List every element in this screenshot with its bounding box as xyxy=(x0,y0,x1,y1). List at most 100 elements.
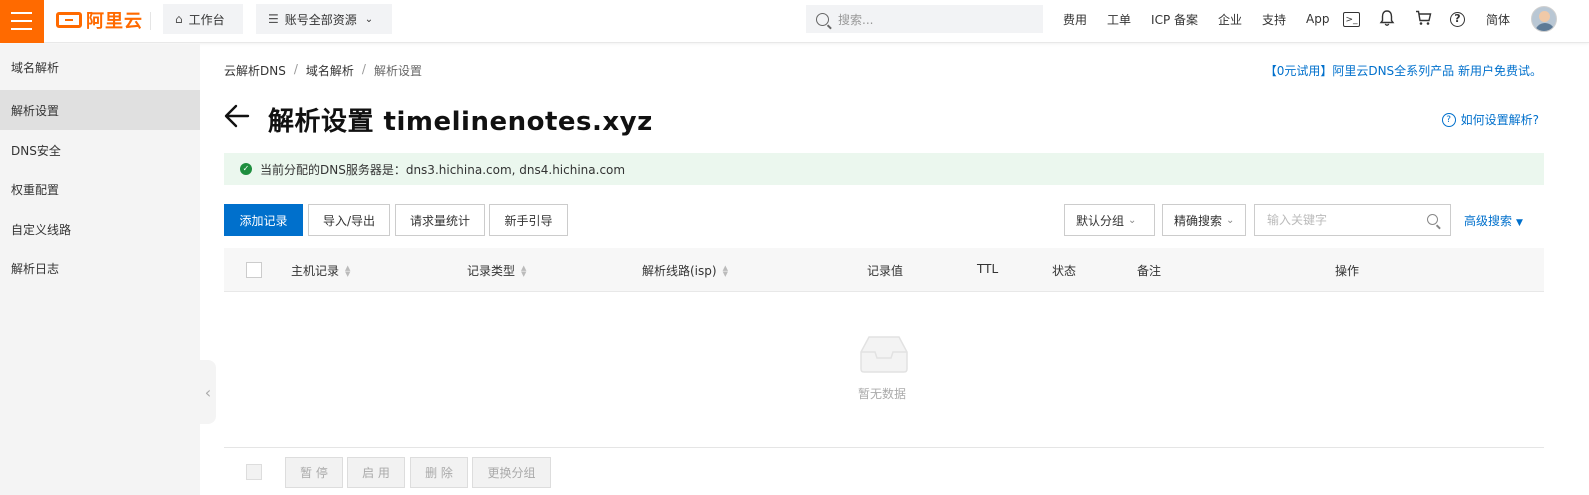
search-icon xyxy=(816,12,829,26)
sidebar-item-weight-config[interactable]: 权重配置 xyxy=(0,169,200,209)
sort-icon: ▲ ▼ xyxy=(345,263,351,278)
link-support[interactable]: 支持 xyxy=(1262,11,1286,28)
page-title: 解析设置 timelinenotes.xyz xyxy=(268,107,653,137)
search-icon[interactable] xyxy=(1427,214,1438,225)
advanced-search-label: 高级搜索 xyxy=(1464,214,1513,228)
records-table-header: 主机记录 ▲ ▼ 记录类型 ▲ ▼ 解析线路(isp) ▲ ▼ 记录值 TTL 状态 … xyxy=(224,248,1544,292)
select-all-checkbox[interactable] xyxy=(246,262,262,278)
column-label: 记录类型 xyxy=(467,264,516,278)
column-label: 状态 xyxy=(1052,264,1077,278)
top-icon-group: >_ ? xyxy=(1343,10,1483,28)
top-links: 费用 工单 ICP 备案 企业 支持 App xyxy=(1063,0,1350,38)
column-status: 状态 xyxy=(1052,262,1076,279)
sidebar: 域名解析 解析设置 DNS安全 权重配置 自定义线路 解析日志 xyxy=(0,44,200,495)
column-label: 备注 xyxy=(1137,264,1162,278)
empty-inbox-icon xyxy=(860,336,908,373)
menu-icon-line xyxy=(11,28,32,30)
delete-button[interactable]: 删 除 xyxy=(410,457,468,488)
breadcrumb-item-dns[interactable]: 云解析DNS xyxy=(224,62,286,79)
request-stats-button[interactable]: 请求量统计 xyxy=(395,204,485,236)
account-resources-dropdown[interactable]: ☰ 账号全部资源 ⌄ xyxy=(256,4,392,34)
column-label: 主机记录 xyxy=(291,264,340,278)
help-icon[interactable]: ? xyxy=(1450,11,1465,27)
column-record-type[interactable]: 记录类型 ▲ ▼ xyxy=(467,262,526,279)
empty-state-text: 暂无数据 xyxy=(858,387,907,401)
sidebar-item-label: 解析设置 xyxy=(11,103,60,118)
sidebar-item-label: 自定义线路 xyxy=(11,222,72,237)
home-icon: ⌂ xyxy=(175,12,183,26)
workbench-label: 工作台 xyxy=(188,12,225,27)
chevron-down-icon: ⌄ xyxy=(1128,214,1137,226)
aliyun-logo-icon xyxy=(56,12,82,28)
group-select-value: 默认分组 xyxy=(1076,213,1125,228)
question-circle-icon: ? xyxy=(1441,112,1456,127)
link-tickets[interactable]: 工单 xyxy=(1107,11,1131,28)
menu-icon-line xyxy=(11,20,32,22)
how-to-configure-link[interactable]: ? 如何设置解析? xyxy=(1441,111,1539,128)
chevron-left-icon: ‹ xyxy=(204,382,212,402)
hamburger-menu-button[interactable] xyxy=(0,0,44,43)
enable-button[interactable]: 启 用 xyxy=(347,457,405,488)
sidebar-item-label: 解析日志 xyxy=(11,261,60,276)
advanced-search-toggle[interactable]: 高级搜索 ▼ xyxy=(1464,212,1523,229)
column-label: 操作 xyxy=(1335,264,1360,278)
sidebar-item-dns-security[interactable]: DNS安全 xyxy=(0,130,200,170)
account-resources-label: 账号全部资源 xyxy=(284,12,357,27)
change-group-button[interactable]: 更换分组 xyxy=(472,457,551,488)
sidebar-item-resolution-logs[interactable]: 解析日志 xyxy=(0,248,200,288)
sidebar-item-resolution-settings[interactable]: 解析设置 xyxy=(0,90,200,130)
global-search-input[interactable]: 搜索... xyxy=(806,5,1043,33)
keyword-search-input[interactable] xyxy=(1254,204,1451,236)
link-enterprise[interactable]: 企业 xyxy=(1218,11,1242,28)
breadcrumb-item-current: 解析设置 xyxy=(373,64,422,78)
aliyun-logo[interactable]: 阿里云 xyxy=(56,8,143,32)
link-icp[interactable]: ICP 备案 xyxy=(1151,11,1198,28)
breadcrumb-separator: / xyxy=(293,62,298,76)
terminal-icon[interactable]: >_ xyxy=(1343,11,1360,27)
search-mode-select[interactable]: 精确搜索 ⌄ xyxy=(1162,204,1246,236)
add-record-button[interactable]: 添加记录 xyxy=(224,204,303,236)
dns-server-notice: ✓ 当前分配的DNS服务器是：dns3.hichina.com, dns4.hi… xyxy=(224,153,1544,185)
sort-icon: ▲ ▼ xyxy=(722,263,728,278)
column-ttl: TTL xyxy=(977,262,998,276)
promo-link[interactable]: 【0元试用】阿里云DNS全系列产品 新用户免费试。 xyxy=(1265,62,1542,79)
link-billing[interactable]: 费用 xyxy=(1063,11,1087,28)
sidebar-collapse-toggle[interactable]: ‹ xyxy=(200,360,216,424)
caret-down-icon: ▼ xyxy=(1516,218,1523,228)
column-record-value: 记录值 xyxy=(867,262,903,279)
chevron-down-icon: ⌄ xyxy=(364,13,374,25)
help-link-label: 如何设置解析? xyxy=(1460,113,1539,127)
footer-select-all-checkbox[interactable] xyxy=(246,464,262,480)
cart-icon[interactable] xyxy=(1414,10,1432,28)
column-host-record[interactable]: 主机记录 ▲ ▼ xyxy=(291,262,350,279)
language-switch[interactable]: 简体 xyxy=(1486,11,1510,28)
workbench-button[interactable]: ⌂ 工作台 xyxy=(163,4,243,34)
sidebar-item-label: 权重配置 xyxy=(11,182,60,197)
column-remark: 备注 xyxy=(1137,262,1161,279)
chevron-down-icon: ⌄ xyxy=(1226,214,1235,226)
breadcrumb-separator: / xyxy=(361,62,366,76)
top-navigation-bar: 阿里云 ⌂ 工作台 ☰ 账号全部资源 ⌄ 搜索... 费用 工单 ICP 备案 … xyxy=(0,0,1589,43)
column-actions: 操作 xyxy=(1335,262,1359,279)
pause-button[interactable]: 暂 停 xyxy=(285,457,343,488)
sidebar-item-label: 域名解析 xyxy=(11,60,60,75)
user-avatar[interactable] xyxy=(1531,6,1557,32)
beginner-guide-button[interactable]: 新手引导 xyxy=(489,204,568,236)
import-export-button[interactable]: 导入/导出 xyxy=(308,204,390,236)
breadcrumb-item-domain-resolution[interactable]: 域名解析 xyxy=(306,62,354,79)
notice-text: 当前分配的DNS服务器是：dns3.hichina.com, dns4.hich… xyxy=(260,162,626,177)
sidebar-item-custom-lines[interactable]: 自定义线路 xyxy=(0,209,200,249)
search-placeholder: 搜索... xyxy=(838,12,874,27)
breadcrumb: 云解析DNS / 域名解析 / 解析设置 xyxy=(224,62,422,79)
search-mode-value: 精确搜索 xyxy=(1174,213,1223,228)
divider xyxy=(150,12,151,30)
back-arrow-icon[interactable] xyxy=(224,103,250,129)
bell-icon[interactable] xyxy=(1378,10,1396,28)
sidebar-item-domain-resolution[interactable]: 域名解析 xyxy=(0,47,200,87)
column-resolution-line[interactable]: 解析线路(isp) ▲ ▼ xyxy=(642,262,728,279)
group-select[interactable]: 默认分组 ⌄ xyxy=(1064,204,1155,236)
footer-divider xyxy=(224,447,1544,448)
menu-icon-line xyxy=(11,12,32,14)
column-label: 解析线路(isp) xyxy=(642,264,717,278)
link-app[interactable]: App xyxy=(1306,12,1329,26)
